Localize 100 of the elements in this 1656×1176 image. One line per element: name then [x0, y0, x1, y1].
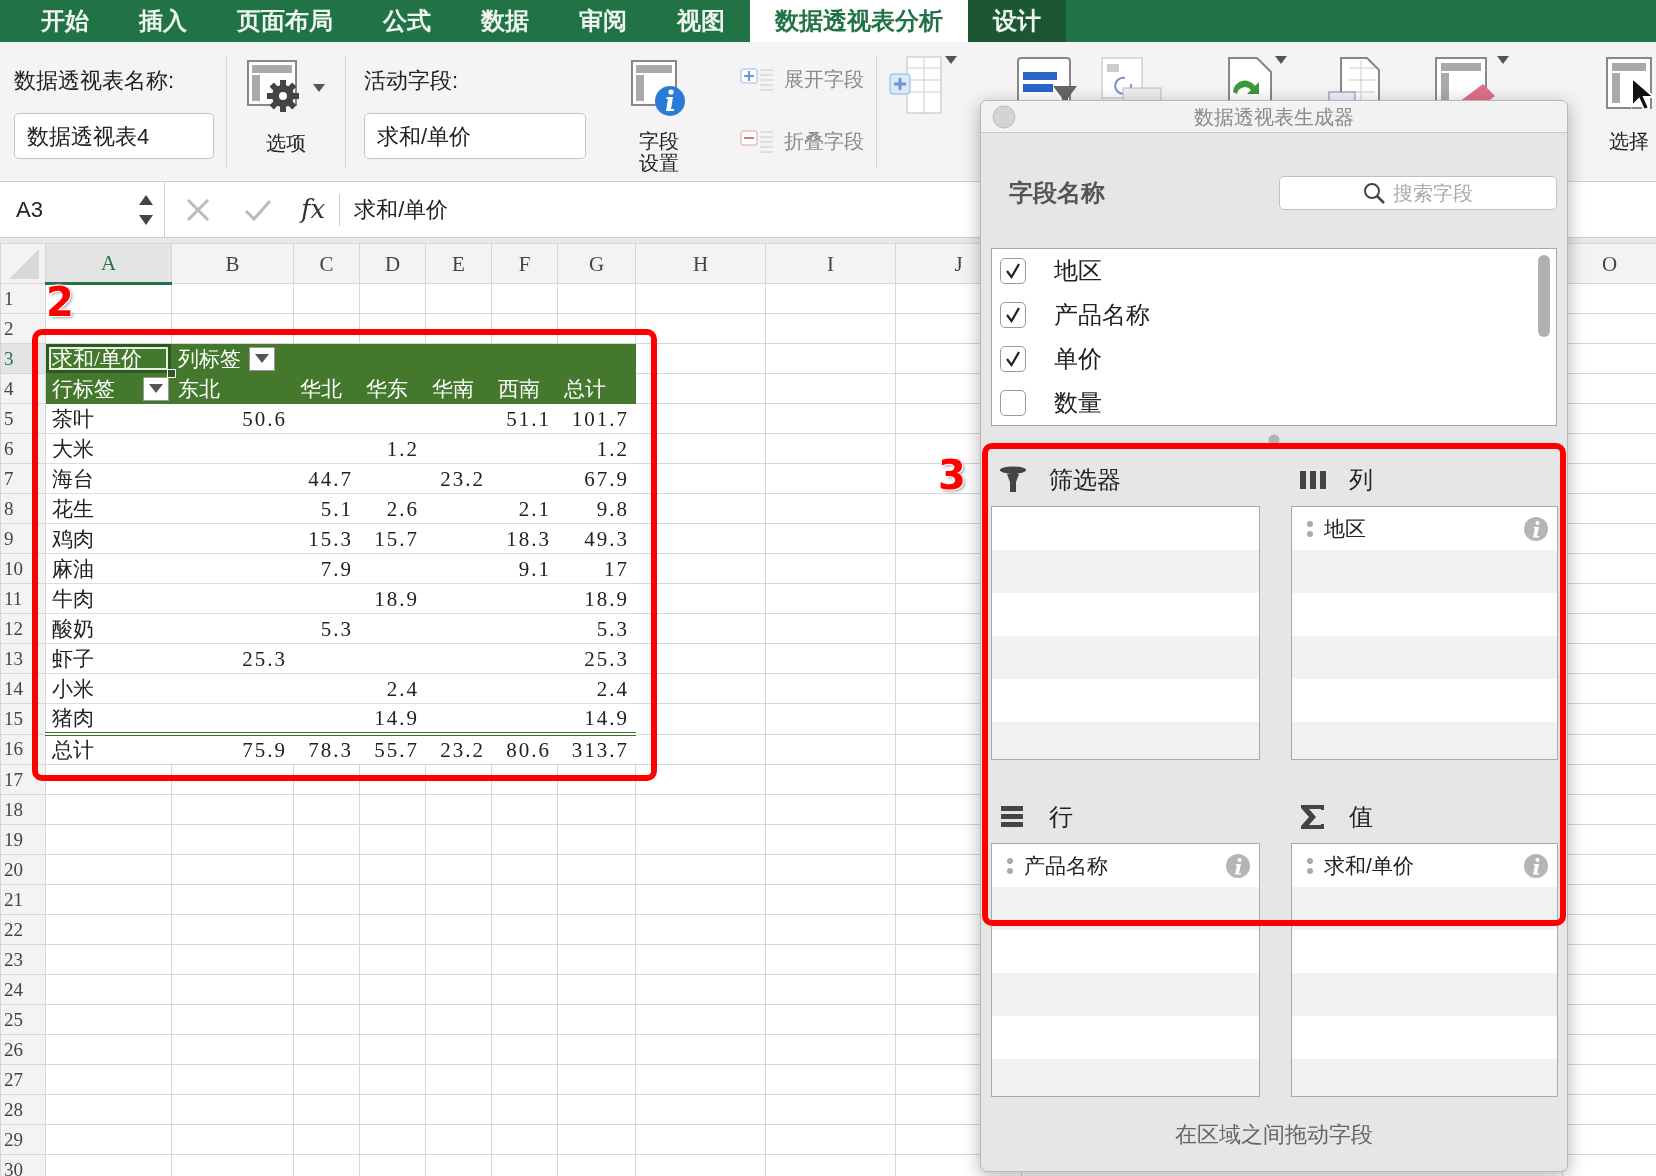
function-button[interactable]: fx	[301, 190, 326, 229]
field-name[interactable]: 数量	[1054, 385, 1102, 421]
info-icon[interactable]	[1523, 852, 1549, 879]
pivot-name-field[interactable]: 数据透视表4	[14, 113, 214, 159]
ribbon-tab[interactable]: 视图	[652, 0, 750, 42]
dropdown-button[interactable]	[143, 376, 169, 401]
field-name[interactable]: 产品名称	[1054, 297, 1150, 333]
options-button[interactable]: 选项	[239, 60, 333, 154]
column-header[interactable]: I	[765, 243, 896, 284]
area-field[interactable]: 产品名称	[1024, 849, 1215, 882]
checkbox[interactable]	[1000, 346, 1026, 372]
field-name[interactable]: 单价	[1054, 341, 1102, 377]
ribbon-tab[interactable]: 页面布局	[212, 0, 358, 42]
row-number[interactable]: 27	[0, 1064, 46, 1095]
area-title: 行	[1049, 802, 1073, 832]
ribbon-tab[interactable]: 开始	[16, 0, 114, 42]
table-cell: 80.6	[491, 734, 558, 765]
name-box[interactable]: A3	[16, 193, 43, 226]
row-number[interactable]: 26	[0, 1034, 46, 1065]
row-number[interactable]: 29	[0, 1124, 46, 1155]
table-cell: 67.9	[557, 463, 636, 494]
field-name[interactable]: 地区	[1054, 253, 1102, 289]
table-cell: 9.8	[557, 493, 636, 524]
table-cell: 15.7	[359, 523, 426, 554]
drop-area[interactable]: 产品名称	[991, 843, 1260, 1097]
table-cell: 2.6	[359, 493, 426, 524]
drop-area[interactable]: 地区	[1291, 506, 1558, 760]
row-number[interactable]: 20	[0, 854, 46, 885]
scrollbar[interactable]	[1538, 255, 1550, 337]
table-cell: 313.7	[557, 734, 636, 765]
column-header[interactable]: B	[171, 243, 294, 284]
row-number[interactable]: 28	[0, 1094, 46, 1125]
checkbox[interactable]	[1000, 258, 1026, 284]
row-label: 虾子	[45, 643, 172, 674]
table-cell: 2.4	[557, 673, 636, 704]
insert-icon[interactable]	[889, 56, 945, 116]
field-settings-button[interactable]: 字段 设置	[624, 60, 694, 174]
row-label: 猪肉	[45, 703, 172, 734]
close-button[interactable]	[991, 103, 1017, 130]
row-number[interactable]: 23	[0, 944, 46, 975]
drag-handle-icon[interactable]	[1306, 518, 1314, 539]
table-cell: 9.1	[491, 553, 558, 584]
row-number[interactable]: 24	[0, 974, 46, 1005]
header-label: 行标签	[52, 375, 115, 403]
ribbon-tab[interactable]: 数据透视表分析	[750, 0, 968, 42]
row-label: 茶叶	[45, 403, 172, 434]
checkbox[interactable]	[1000, 390, 1026, 416]
drag-handle-icon[interactable]	[1306, 855, 1314, 876]
row-number[interactable]: 18	[0, 794, 46, 825]
row-number[interactable]: 22	[0, 914, 46, 945]
checkbox[interactable]	[1000, 302, 1026, 328]
table-cell: 25.3	[557, 643, 636, 674]
sigma-icon	[1299, 803, 1327, 831]
table-cell: 23.2	[425, 463, 492, 494]
table-cell: 49.3	[557, 523, 636, 554]
column-header[interactable]: F	[491, 243, 558, 284]
column-header[interactable]: E	[425, 243, 492, 284]
row-number[interactable]: 30	[0, 1154, 46, 1176]
ribbon-tab[interactable]: 数据	[456, 0, 554, 42]
row-number[interactable]: 19	[0, 824, 46, 855]
fill-handle[interactable]	[167, 369, 176, 378]
ribbon-tab[interactable]: 设计	[968, 0, 1066, 42]
area-title: 筛选器	[1049, 465, 1121, 495]
header-cell: 西南	[491, 373, 558, 404]
dropdown-button[interactable]	[249, 346, 275, 371]
header-cell: 华北	[293, 373, 360, 404]
caret-icon	[255, 354, 269, 363]
ribbon-tab[interactable]: 公式	[358, 0, 456, 42]
column-header[interactable]: H	[635, 243, 766, 284]
info-icon[interactable]	[1523, 515, 1549, 542]
row-number[interactable]: 1	[0, 283, 46, 314]
area-field[interactable]: 地区	[1324, 512, 1513, 545]
caret-icon	[1275, 56, 1287, 64]
header-cell: 华南	[425, 373, 492, 404]
drag-handle-icon[interactable]	[1006, 855, 1014, 876]
column-header[interactable]: G	[557, 243, 636, 284]
row-number[interactable]: 21	[0, 884, 46, 915]
row-label: 鸡肉	[45, 523, 172, 554]
ribbon-tab[interactable]: 审阅	[554, 0, 652, 42]
caret-icon	[313, 84, 325, 92]
column-header[interactable]: D	[359, 243, 426, 284]
table-cell: 75.9	[171, 734, 294, 765]
cancel-icon[interactable]	[185, 196, 211, 223]
row-number[interactable]: 25	[0, 1004, 46, 1035]
check-icon	[1004, 306, 1022, 324]
column-header[interactable]: C	[293, 243, 360, 284]
window-title: 数据透视表生成器	[1194, 104, 1354, 130]
filter-icon	[999, 466, 1027, 494]
ribbon-tab[interactable]: 插入	[114, 0, 212, 42]
drop-area[interactable]: 求和/单价	[1291, 843, 1558, 1097]
splitter-handle[interactable]	[1268, 434, 1280, 446]
info-icon[interactable]	[1225, 852, 1251, 879]
active-field[interactable]: 求和/单价	[364, 113, 586, 159]
header-label: 求和/单价	[52, 346, 142, 371]
formula-content: 求和/单价	[354, 196, 449, 224]
header-cell: 东北	[171, 373, 294, 404]
column-header[interactable]: A	[45, 243, 172, 284]
row-label: 酸奶	[45, 613, 172, 644]
area-field[interactable]: 求和/单价	[1324, 849, 1513, 882]
check-icon	[1004, 350, 1022, 368]
